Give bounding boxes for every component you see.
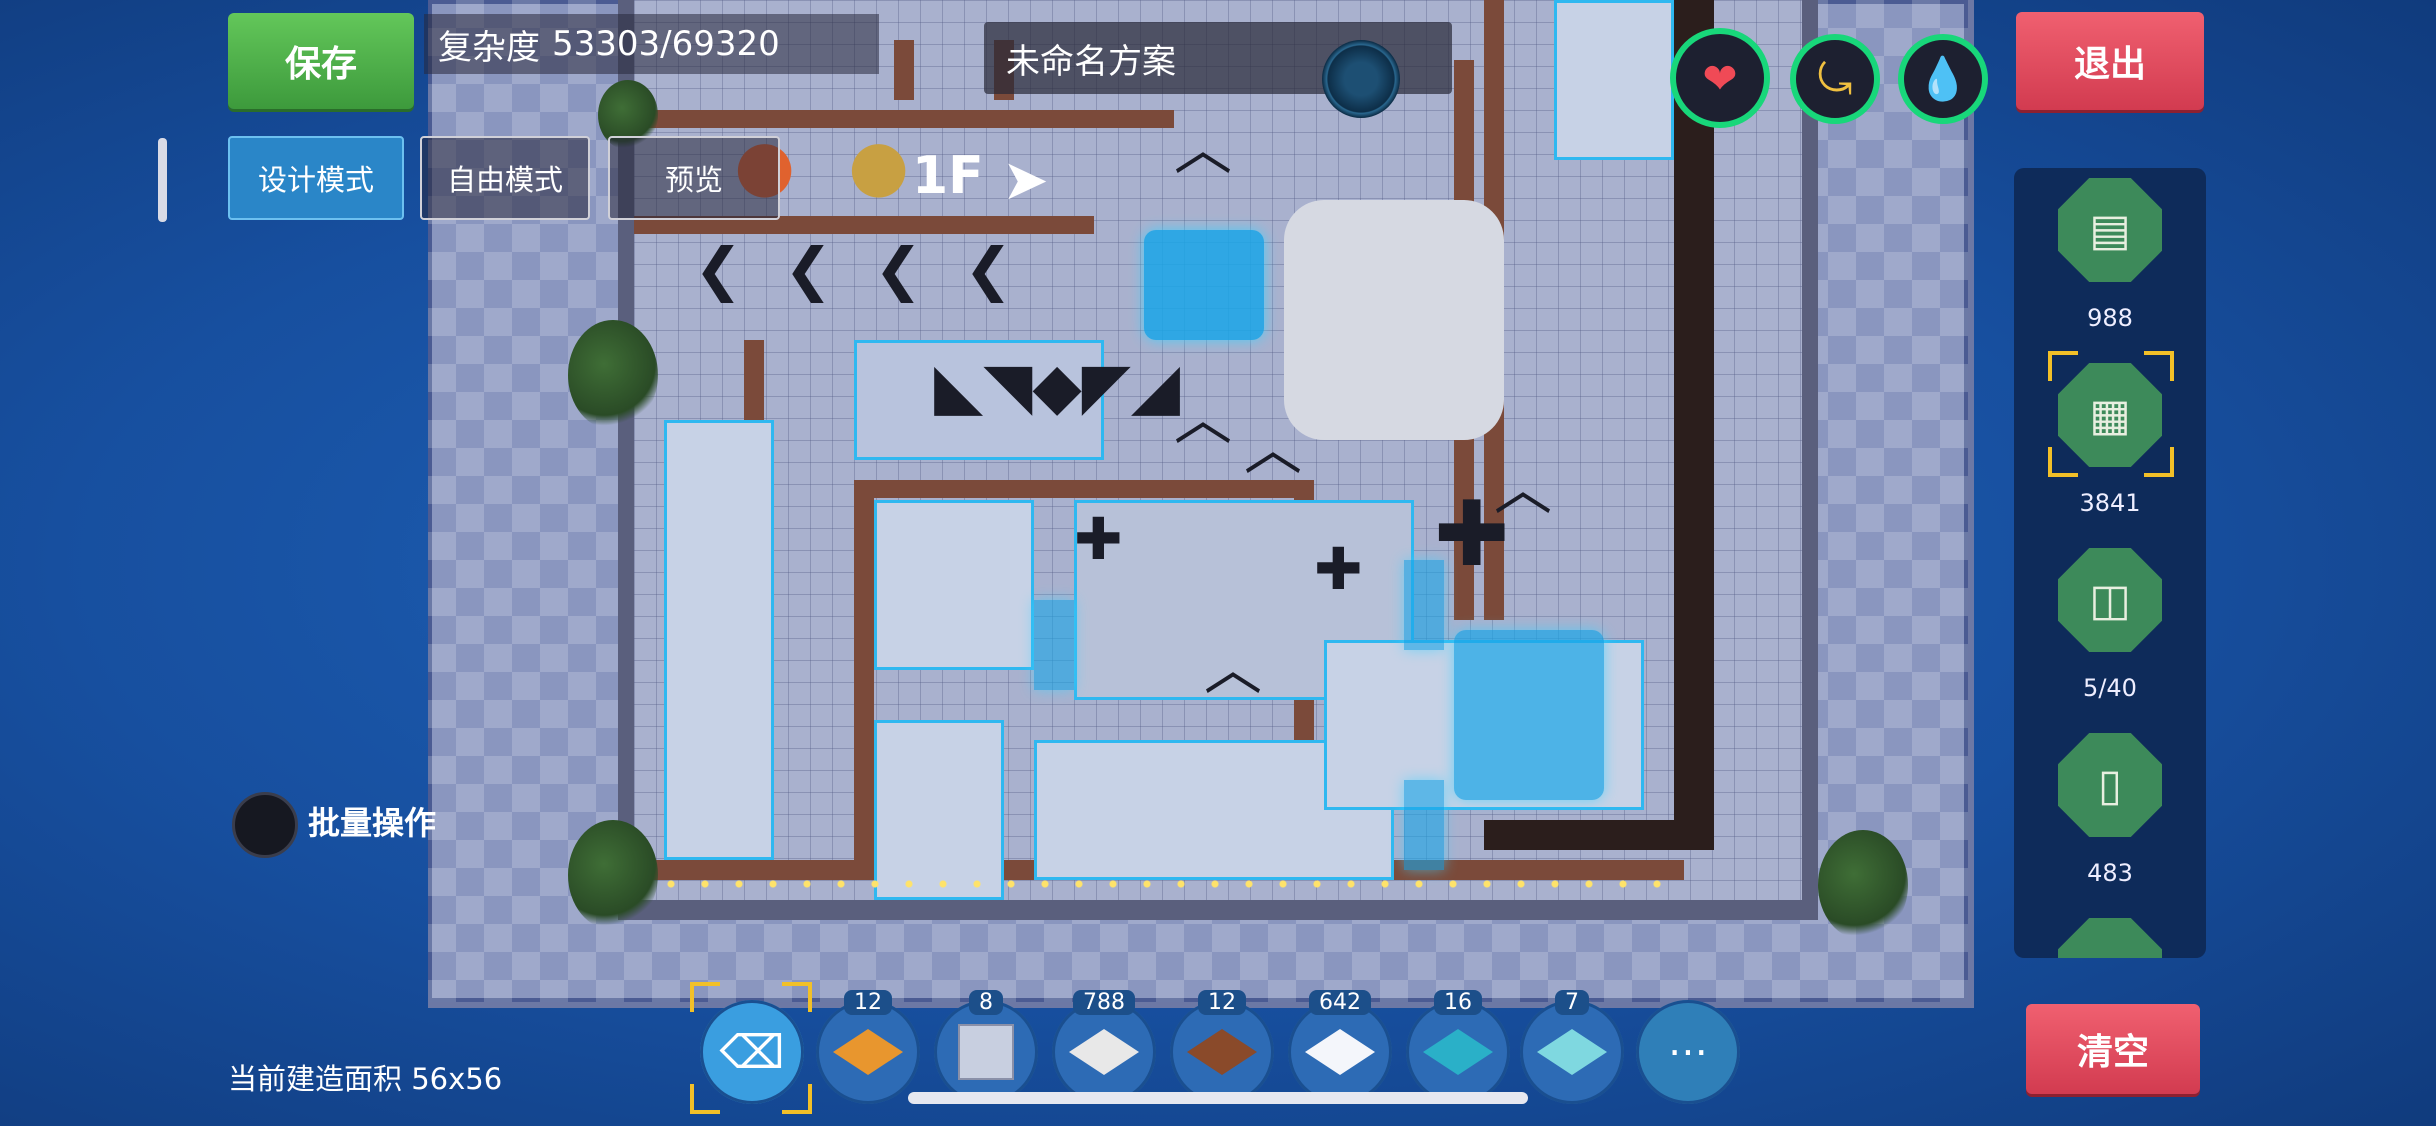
selection-bracket: [690, 982, 720, 1012]
eraser-icon[interactable]: ⌫: [700, 1000, 804, 1104]
room-upper-corner[interactable]: [1554, 0, 1674, 160]
more-icon[interactable]: ⋯: [1636, 1000, 1740, 1104]
string-lights: [654, 880, 1674, 888]
clear-button[interactable]: 清空: [2026, 1004, 2200, 1094]
batch-label: 批量操作: [308, 804, 437, 842]
stone-block-icon: [958, 1024, 1014, 1080]
stomach-icon[interactable]: ⤿: [1790, 34, 1880, 124]
water-drop-icon[interactable]: 💧: [1898, 34, 1988, 124]
tool-stone-block[interactable]: 8: [934, 990, 1038, 1104]
teal-tile-icon: [1423, 1029, 1493, 1075]
free-mode-button[interactable]: 自由模式: [420, 136, 590, 220]
wall-segment: [894, 40, 914, 100]
compass-icon[interactable]: [1322, 40, 1400, 118]
floor-pattern-icon: ▦: [2058, 363, 2162, 467]
decor-cross: ✚: [1314, 535, 1363, 603]
pillar-icon: ▯: [2058, 733, 2162, 837]
walkway-glow: [1034, 600, 1074, 690]
tree-decor: [568, 820, 658, 930]
wall-segment: [854, 480, 1294, 498]
wall-icon: ▤: [2058, 178, 2162, 282]
chevron-right-icon[interactable]: ➤: [1002, 148, 1049, 213]
tool-count: 8: [969, 990, 1003, 1015]
selection-bracket: [2048, 447, 2078, 477]
tool-count: 7: [1555, 990, 1589, 1015]
decor-chevron: ❮: [964, 235, 1013, 303]
pumpkin-decor: ●: [848, 124, 910, 206]
decor-chevron: ︿: [1204, 635, 1263, 703]
preview-button[interactable]: 预览: [608, 136, 780, 220]
decor-chevron: ❮: [694, 235, 743, 303]
complexity-label: 复杂度: [438, 27, 540, 68]
decor-chevron: ❮: [784, 235, 833, 303]
palette-item-wall[interactable]: ▤ 988: [2014, 168, 2206, 353]
dark-wall: [1674, 0, 1714, 850]
complexity-display: 复杂度 53303/69320: [424, 14, 879, 74]
tool-brown-tile[interactable]: 12: [1170, 990, 1274, 1104]
tool-orange-diamond-tile[interactable]: 12: [816, 990, 920, 1104]
decor-chevron: ❮: [874, 235, 923, 303]
scroll-handle[interactable]: [158, 138, 167, 222]
decor-bat: ◣◥◆◤◢: [934, 350, 1181, 424]
orange-diamond-tile-icon: [833, 1029, 903, 1075]
white-tile-icon: [1305, 1029, 1375, 1075]
decor-cross: ✚: [1434, 482, 1510, 587]
material-palette[interactable]: ▤ 988 ▦ 3841 ◫ 5/40 ▯ 483: [2014, 168, 2206, 958]
palette-count: 5/40: [2083, 674, 2137, 702]
bed-glow: [1454, 630, 1604, 800]
tool-count: 12: [844, 990, 892, 1015]
brown-tile-icon: [1187, 1029, 1257, 1075]
save-button[interactable]: 保存: [228, 13, 414, 109]
room-ballroom[interactable]: [1284, 200, 1504, 440]
decor-chevron: ︿: [1244, 415, 1303, 483]
floor-grid[interactable]: ❮ ❮ ❮ ❮ ︿ ︿ ︿ ︿ ︿ ✚ ✚ ✚ ◣◥◆◤◢ ● ●: [634, 0, 1802, 900]
palette-item-door[interactable]: ◫ 5/40: [2014, 538, 2206, 723]
room-long-left[interactable]: [664, 420, 774, 860]
room-square-left[interactable]: [874, 500, 1034, 670]
selection-bracket: [2144, 351, 2174, 381]
palette-item-floor-pattern[interactable]: ▦ 3841: [2014, 351, 2206, 538]
heart-icon[interactable]: ❤: [1670, 28, 1770, 128]
tool-count: 16: [1434, 990, 1482, 1015]
selection-bracket: [2048, 351, 2078, 381]
wall-segment: [854, 480, 874, 880]
tool-pattern-tile[interactable]: 788: [1052, 990, 1156, 1104]
tool-teal-tile[interactable]: 16: [1406, 990, 1510, 1104]
dark-wall: [1484, 820, 1714, 850]
decor-cross: ✚: [1074, 505, 1123, 573]
light-teal-tile-icon: [1537, 1029, 1607, 1075]
tool-count: 12: [1198, 990, 1246, 1015]
batch-toggle[interactable]: [232, 792, 298, 858]
tool-light-teal-tile[interactable]: 7: [1520, 990, 1624, 1104]
pattern-tile-icon: [1069, 1029, 1139, 1075]
building-area[interactable]: ❮ ❮ ❮ ❮ ︿ ︿ ︿ ︿ ︿ ✚ ✚ ✚ ◣◥◆◤◢ ● ●: [618, 0, 1818, 920]
floor-label: 1F: [912, 146, 984, 206]
exit-button[interactable]: 退出: [2016, 12, 2204, 110]
build-area-label: 当前建造面积 56x56: [228, 1062, 503, 1096]
fountain: [1144, 230, 1264, 340]
tree-decor: [1818, 830, 1908, 940]
palette-item-partial[interactable]: [2014, 908, 2206, 958]
palette-item-pillar[interactable]: ▯ 483: [2014, 723, 2206, 908]
palette-count: 3841: [2079, 489, 2141, 517]
tree-decor: [568, 320, 658, 430]
complexity-value: 53303/69320: [552, 24, 780, 64]
room-bottom-small[interactable]: [874, 720, 1004, 900]
selection-bracket: [2144, 447, 2174, 477]
selection-bracket: [782, 982, 812, 1012]
tile-icon: [2058, 918, 2162, 958]
door-icon: ◫: [2058, 548, 2162, 652]
tool-white-tile[interactable]: 642: [1288, 990, 1392, 1104]
palette-count: 988: [2087, 304, 2133, 332]
palette-count: 483: [2087, 859, 2133, 887]
tool-count: 642: [1309, 990, 1371, 1015]
decor-chevron: ︿: [1174, 385, 1233, 453]
walkway-glow: [1404, 780, 1444, 870]
tool-count: 788: [1073, 990, 1135, 1015]
home-indicator[interactable]: [908, 1092, 1528, 1104]
design-mode-button[interactable]: 设计模式: [228, 136, 404, 220]
decor-chevron: ︿: [1174, 115, 1233, 183]
